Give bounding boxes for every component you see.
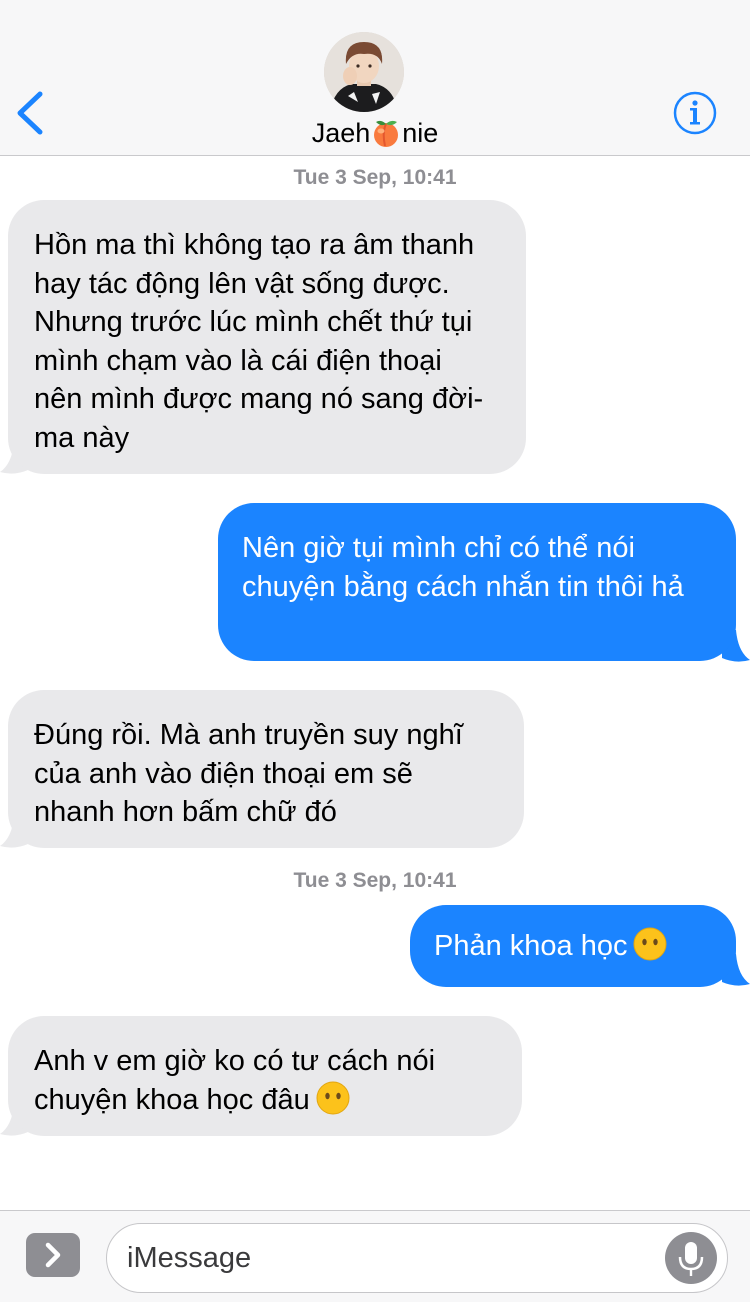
peach-emoji-icon [371,118,401,148]
face-without-mouth-emoji-icon [633,927,667,961]
avatar-photo [324,32,404,112]
incoming-message-bubble[interactable]: Anh v em giờ ko có tư cách nói chuyện kh… [8,1016,522,1136]
outgoing-message-bubble[interactable]: Phản khoa học [410,905,736,987]
chevron-right-icon [45,1242,61,1268]
compose-bar [0,1210,750,1302]
message-text: Hồn ma thì không tạo ra âm thanh hay tác… [34,229,484,454]
contact-name-prefix: Jaeh [311,118,371,148]
message-text: Nên giờ tụi mình chỉ có thể nói chuyện b… [242,532,684,603]
microphone-icon [678,1242,704,1276]
info-icon [673,91,717,135]
message-timestamp: Tue 3 Sep, 10:41 [293,166,457,189]
app-drawer-button[interactable] [26,1233,80,1277]
microphone-button[interactable] [665,1232,717,1284]
info-button[interactable] [672,90,718,136]
contact-name[interactable]: Jaeh nie [0,116,750,150]
message-timestamp: Tue 3 Sep, 10:41 [293,869,457,892]
message-input-container[interactable] [106,1223,728,1293]
contact-name-suffix: nie [402,118,439,148]
contact-avatar[interactable] [324,32,404,112]
message-text: Đúng rồi. Mà anh truyền suy nghĩ của anh… [34,719,463,828]
incoming-message-bubble[interactable]: Đúng rồi. Mà anh truyền suy nghĩ của anh… [8,690,524,848]
imessage-input[interactable] [127,1234,647,1282]
message-text: Anh v em giờ ko có tư cách nói chuyện kh… [34,1045,436,1116]
incoming-message-bubble[interactable]: Hồn ma thì không tạo ra âm thanh hay tác… [8,200,526,474]
conversation-header: Jaeh nie [0,0,750,156]
face-without-mouth-emoji-icon [316,1081,350,1115]
outgoing-message-bubble[interactable]: Nên giờ tụi mình chỉ có thể nói chuyện b… [218,503,736,661]
message-text: Phản khoa học [434,930,628,962]
